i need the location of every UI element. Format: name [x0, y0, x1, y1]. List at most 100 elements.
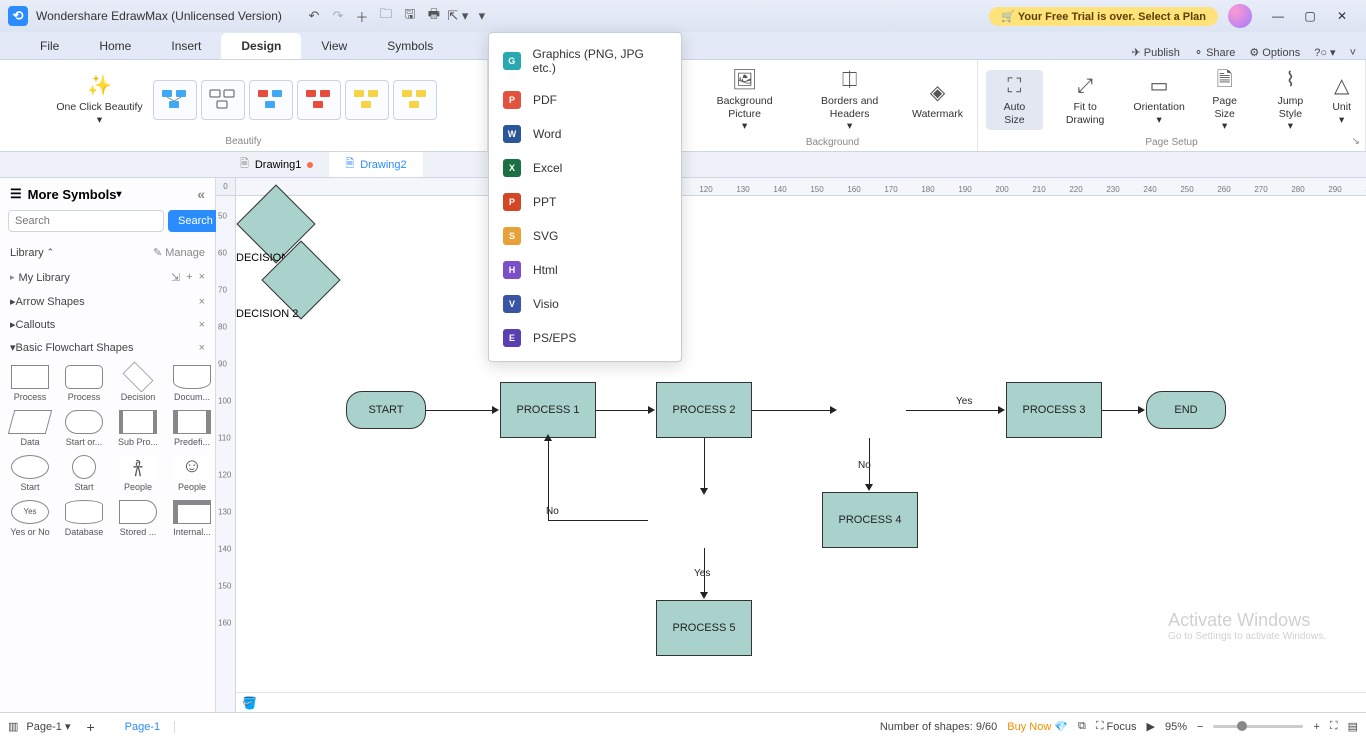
shape-start-circle[interactable]: Start	[58, 453, 110, 494]
theme-preset-4[interactable]	[297, 80, 341, 120]
redo-icon[interactable]: ↷	[326, 8, 350, 24]
export-pdf[interactable]: PPDF	[489, 83, 681, 117]
import-icon[interactable]: ⇲	[171, 271, 180, 284]
section-basic-flowchart[interactable]: Basic Flowchart Shapes	[16, 342, 134, 354]
zoom-in-button[interactable]: +	[1313, 721, 1319, 733]
close-button[interactable]: ✕	[1326, 9, 1358, 23]
shape-process-4[interactable]: PROCESS 4	[822, 492, 918, 548]
close-icon[interactable]: ×	[199, 319, 205, 331]
unit-button[interactable]: △Unit ▾	[1326, 70, 1357, 130]
tab-drawing2[interactable]: 🗎 Drawing2	[329, 152, 422, 177]
close-icon[interactable]: ×	[199, 342, 205, 354]
focus-toggle[interactable]: ⛶ Focus	[1096, 720, 1137, 733]
panel-toggle-icon[interactable]: ▤	[1348, 720, 1358, 733]
my-library-item[interactable]: My Library	[19, 272, 70, 284]
theme-preset-3[interactable]	[249, 80, 293, 120]
shape-process-rounded[interactable]: Process	[58, 363, 110, 404]
shape-process-1[interactable]: PROCESS 1	[500, 382, 596, 438]
save-icon[interactable]: 🖫	[398, 5, 422, 27]
section-arrow-shapes[interactable]: Arrow Shapes	[16, 296, 85, 308]
theme-preset-5[interactable]	[345, 80, 389, 120]
shape-yesno[interactable]: YesYes or No	[4, 498, 56, 539]
watermark-button[interactable]: ◈Watermark	[906, 77, 969, 125]
menu-design[interactable]: Design	[221, 33, 301, 59]
export-excel[interactable]: XExcel	[489, 151, 681, 185]
shape-document[interactable]: Docum...	[166, 363, 215, 404]
layers-icon[interactable]: ⧉	[1078, 720, 1086, 733]
theme-preset-1[interactable]	[153, 80, 197, 120]
fullscreen-icon[interactable]: ⛶	[1330, 720, 1338, 733]
zoom-out-button[interactable]: −	[1197, 721, 1203, 733]
theme-preset-6[interactable]	[393, 80, 437, 120]
shape-start-ellipse[interactable]: Start	[4, 453, 56, 494]
shape-stored[interactable]: Stored ...	[112, 498, 164, 539]
help-icon[interactable]: ?○ ▾	[1314, 46, 1335, 59]
buy-now-link[interactable]: Buy Now 💎	[1007, 720, 1068, 733]
jumpstyle-button[interactable]: ⌇Jump Style ▾	[1259, 64, 1323, 137]
shape-decision[interactable]: Decision	[112, 363, 164, 404]
shape-terminator[interactable]: Start or...	[58, 408, 110, 449]
export-word[interactable]: WWord	[489, 117, 681, 151]
export-svg[interactable]: SSVG	[489, 219, 681, 253]
ruler-vertical[interactable]: 5060708090100110120130140150160	[216, 196, 236, 712]
menu-file[interactable]: File	[20, 33, 79, 59]
autosize-button[interactable]: ⛶Auto Size	[986, 70, 1043, 130]
shape-people-2[interactable]: ☺People	[166, 453, 215, 494]
maximize-button[interactable]: ▢	[1294, 9, 1326, 23]
ruler-corner[interactable]: 0	[216, 178, 236, 196]
menu-symbols[interactable]: Symbols	[367, 33, 453, 59]
fit-drawing-button[interactable]: ⤢Fit to Drawing	[1047, 70, 1124, 130]
borders-headers-button[interactable]: ⎅Borders and Headers ▾	[797, 64, 902, 137]
options-link[interactable]: ⚙ Options	[1249, 46, 1300, 59]
background-picture-button[interactable]: 🖼Background Picture ▾	[696, 64, 793, 137]
orientation-button[interactable]: ▭Orientation ▾	[1127, 70, 1190, 130]
page-tab[interactable]: Page-1	[111, 721, 175, 733]
theme-preset-2[interactable]	[201, 80, 245, 120]
shape-database[interactable]: Database	[58, 498, 110, 539]
shape-end[interactable]: END	[1146, 391, 1226, 429]
export-ppt[interactable]: PPPT	[489, 185, 681, 219]
shape-process-2[interactable]: PROCESS 2	[656, 382, 752, 438]
menu-insert[interactable]: Insert	[151, 33, 221, 59]
shape-process-3[interactable]: PROCESS 3	[1006, 382, 1102, 438]
tab-drawing1[interactable]: 🗎 Drawing1	[224, 152, 329, 177]
shape-process[interactable]: Process	[4, 363, 56, 404]
pagesetup-launcher-icon[interactable]: ↘	[1352, 136, 1360, 147]
undo-icon[interactable]: ↶	[302, 8, 326, 24]
export-html[interactable]: HHtml	[489, 253, 681, 287]
menu-home[interactable]: Home	[79, 33, 151, 59]
one-click-beautify-button[interactable]: ✨ One Click Beautify ▾	[50, 70, 148, 130]
add-page-icon[interactable]: +	[78, 719, 102, 735]
pagesize-button[interactable]: 🗎Page Size ▾	[1195, 64, 1255, 137]
zoom-slider[interactable]	[1213, 725, 1303, 728]
trial-banner[interactable]: 🛒 Your Free Trial is over. Select a Plan	[989, 7, 1218, 26]
export-icon[interactable]: ⇱ ▾	[446, 8, 470, 24]
add-icon[interactable]: +	[186, 271, 192, 284]
shape-data[interactable]: Data	[4, 408, 56, 449]
open-icon[interactable]: 🗀	[374, 5, 398, 27]
manage-link[interactable]: ✎ Manage	[153, 246, 205, 259]
collapse-panel-icon[interactable]: «	[197, 186, 205, 202]
paint-bucket-icon[interactable]: 🪣	[242, 696, 260, 710]
presentation-icon[interactable]: ▶	[1147, 720, 1155, 733]
search-input[interactable]	[8, 210, 164, 232]
user-avatar[interactable]	[1228, 4, 1252, 28]
new-icon[interactable]: ＋	[350, 7, 374, 26]
close-icon[interactable]: ×	[199, 271, 205, 284]
collapse-ribbon-icon[interactable]: ˅	[1350, 47, 1356, 59]
customize-qat-icon[interactable]: ▾	[470, 8, 494, 24]
section-callouts[interactable]: Callouts	[16, 319, 56, 331]
page-selector[interactable]: Page-1 ▾	[26, 720, 70, 733]
minimize-button[interactable]: —	[1262, 9, 1294, 23]
shape-subprocess[interactable]: Sub Pro...	[112, 408, 164, 449]
library-label[interactable]: Library	[10, 247, 44, 259]
close-icon[interactable]: ×	[199, 296, 205, 308]
export-graphics-png-jpg-etc-[interactable]: GGraphics (PNG, JPG etc.)	[489, 39, 681, 83]
shape-start[interactable]: START	[346, 391, 426, 429]
export-ps-eps[interactable]: EPS/EPS	[489, 321, 681, 355]
shape-process-5[interactable]: PROCESS 5	[656, 600, 752, 656]
drawing-canvas[interactable]: START PROCESS 1 PROCESS 2 DECISION 1 PRO…	[236, 196, 1366, 692]
shape-people-1[interactable]: 𐀪People	[112, 453, 164, 494]
menu-view[interactable]: View	[301, 33, 367, 59]
shape-predefined[interactable]: Predefi...	[166, 408, 215, 449]
